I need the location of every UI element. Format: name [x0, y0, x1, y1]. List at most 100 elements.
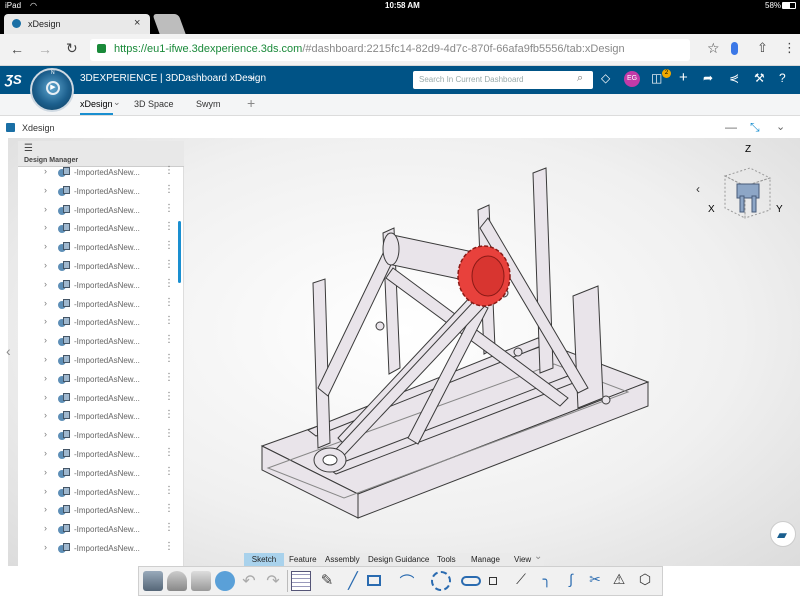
tree-item[interactable]: › -ImportedAsNew... ⋮ — [18, 502, 178, 520]
notifications-icon[interactable]: ◫ — [651, 71, 662, 85]
sketch-grid-icon[interactable] — [291, 571, 311, 591]
tab-menu-chevron-icon[interactable]: ⌄ — [113, 97, 121, 108]
collapse-icon[interactable]: ⤡ — [750, 120, 760, 135]
widget-menu-icon[interactable]: ⌄ — [776, 120, 785, 133]
tag-icon[interactable]: ◇ — [601, 71, 610, 85]
item-menu-icon[interactable]: ⋮ — [164, 353, 174, 364]
tree-item[interactable]: › -ImportedAsNew... ⋮ — [18, 540, 178, 558]
new-tab-button[interactable] — [152, 14, 186, 34]
item-menu-icon[interactable]: ⋮ — [164, 203, 174, 214]
tab-manage[interactable]: Manage — [471, 555, 500, 564]
point-icon[interactable] — [489, 577, 497, 585]
expand-chevron-icon[interactable]: › — [44, 467, 47, 477]
part-icon[interactable] — [191, 571, 211, 591]
item-menu-icon[interactable]: ⋮ — [164, 334, 174, 345]
expand-chevron-icon[interactable]: › — [44, 204, 47, 214]
tree-item[interactable]: › -ImportedAsNew... ⋮ — [18, 239, 178, 257]
search-icon[interactable]: ⌕ — [577, 72, 583, 85]
line-icon[interactable]: ╱ — [343, 571, 363, 591]
expand-chevron-icon[interactable]: › — [44, 316, 47, 326]
item-menu-icon[interactable]: ⋮ — [164, 541, 174, 552]
expand-chevron-icon[interactable]: › — [44, 392, 47, 402]
expand-chevron-icon[interactable]: › — [44, 429, 47, 439]
tab-swym[interactable]: Swym — [196, 99, 221, 109]
tree-item[interactable]: › -ImportedAsNew... ⋮ — [18, 183, 178, 201]
tab-view[interactable]: View — [514, 555, 531, 564]
url-field[interactable]: https://eu1-ifwe.3dexperience.3ds.com/#d… — [90, 39, 690, 61]
expand-chevron-icon[interactable]: › — [44, 166, 47, 176]
network-share-icon[interactable]: ⋞ — [729, 71, 739, 85]
save-icon[interactable] — [143, 571, 163, 591]
tree-item[interactable]: › -ImportedAsNew... ⋮ — [18, 333, 178, 351]
expand-chevron-icon[interactable]: › — [44, 410, 47, 420]
reload-icon[interactable]: ↻ — [66, 40, 78, 57]
tree-item[interactable]: › -ImportedAsNew... ⋮ — [18, 521, 178, 539]
tree-item[interactable]: › -ImportedAsNew... ⋮ — [18, 371, 178, 389]
back-icon[interactable]: ← — [10, 41, 24, 57]
spline-icon[interactable]: ∫ — [561, 571, 581, 591]
triad-left-chevron-icon[interactable]: ‹ — [696, 182, 700, 196]
brand-chevron-icon[interactable]: ⌄ — [248, 71, 256, 82]
expand-chevron-icon[interactable]: › — [44, 542, 47, 552]
user-avatar[interactable]: EG — [624, 71, 640, 87]
expand-chevron-icon[interactable]: › — [44, 241, 47, 251]
tree-item[interactable]: › -ImportedAsNew... ⋮ — [18, 465, 178, 483]
undo-icon[interactable]: ↶ — [239, 571, 259, 591]
minimize-icon[interactable]: — — [725, 120, 737, 134]
warning-icon[interactable]: ⚠ — [609, 571, 629, 591]
expand-chevron-icon[interactable]: › — [44, 523, 47, 533]
tree-item[interactable]: › -ImportedAsNew... ⋮ — [18, 202, 178, 220]
expand-chevron-icon[interactable]: › — [44, 260, 47, 270]
tree-item[interactable]: › -ImportedAsNew... ⋮ — [18, 408, 178, 426]
item-menu-icon[interactable]: ⋮ — [164, 297, 174, 308]
slot-icon[interactable] — [461, 576, 481, 586]
tree-item[interactable]: › -ImportedAsNew... ⋮ — [18, 427, 178, 445]
microphone-icon[interactable] — [731, 42, 738, 55]
orientation-triad[interactable]: ‹ Z X Y — [690, 144, 786, 234]
item-menu-icon[interactable]: ⋮ — [164, 278, 174, 289]
expand-chevron-icon[interactable]: › — [44, 504, 47, 514]
tree-item[interactable]: › -ImportedAsNew... ⋮ — [18, 220, 178, 238]
item-menu-icon[interactable]: ⋮ — [164, 221, 174, 232]
item-menu-icon[interactable]: ⋮ — [164, 428, 174, 439]
tab-design-guidance[interactable]: Design Guidance — [368, 555, 429, 564]
tab-3d-space[interactable]: 3D Space — [134, 99, 174, 109]
expand-chevron-icon[interactable]: › — [44, 354, 47, 364]
database-icon[interactable] — [167, 571, 187, 591]
expand-chevron-icon[interactable]: › — [44, 185, 47, 195]
trim-icon[interactable]: ⟋ — [511, 571, 531, 591]
item-menu-icon[interactable]: ⋮ — [164, 485, 174, 496]
fillet-icon[interactable]: ╮ — [537, 571, 557, 591]
refresh-icon[interactable] — [215, 571, 235, 591]
tree-item[interactable]: › -ImportedAsNew... ⋮ — [18, 390, 178, 408]
forward-icon[interactable]: → — [38, 41, 52, 57]
expand-chevron-icon[interactable]: › — [44, 298, 47, 308]
tab-xdesign[interactable]: xDesign — [80, 99, 113, 115]
expand-chevron-icon[interactable]: › — [44, 486, 47, 496]
constraint-icon[interactable]: ✂ — [585, 571, 605, 591]
add-tab-icon[interactable]: + — [247, 95, 255, 111]
compass-icon[interactable]: ▶ N — [30, 68, 74, 112]
arc-icon[interactable]: ⌒ — [397, 571, 417, 591]
tab-sketch[interactable]: Sketch — [244, 553, 284, 567]
item-menu-icon[interactable]: ⋮ — [164, 165, 174, 176]
bookmark-star-icon[interactable]: ☆ — [707, 40, 720, 57]
tree-item[interactable]: › -ImportedAsNew... ⋮ — [18, 258, 178, 276]
expand-chevron-icon[interactable]: › — [44, 335, 47, 345]
tab-feature[interactable]: Feature — [289, 555, 317, 564]
item-menu-icon[interactable]: ⋮ — [164, 372, 174, 383]
tree-item[interactable]: › -ImportedAsNew... ⋮ — [18, 296, 178, 314]
tree-item[interactable]: › -ImportedAsNew... ⋮ — [18, 352, 178, 370]
item-menu-icon[interactable]: ⋮ — [164, 315, 174, 326]
item-menu-icon[interactable]: ⋮ — [164, 184, 174, 195]
rectangle-icon[interactable] — [367, 575, 381, 586]
expand-chevron-icon[interactable]: › — [44, 448, 47, 458]
tree-item[interactable]: › -ImportedAsNew... ⋮ — [18, 164, 178, 182]
item-menu-icon[interactable]: ⋮ — [164, 240, 174, 251]
redo-icon[interactable]: ↷ — [263, 571, 283, 591]
item-menu-icon[interactable]: ⋮ — [164, 447, 174, 458]
compass-tools-icon[interactable]: ⚒ — [754, 71, 765, 85]
tree-item[interactable]: › -ImportedAsNew... ⋮ — [18, 277, 178, 295]
tree-item[interactable]: › -ImportedAsNew... ⋮ — [18, 446, 178, 464]
item-menu-icon[interactable]: ⋮ — [164, 466, 174, 477]
